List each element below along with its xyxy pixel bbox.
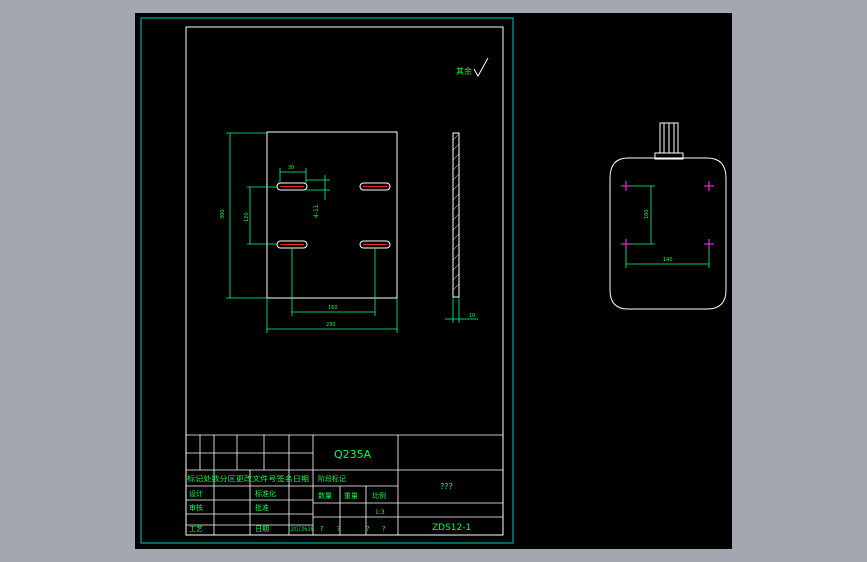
date-value: 2017.06.26 (291, 526, 313, 533)
drawing-border (140, 17, 514, 544)
unknown-mark-2: ? (337, 525, 341, 533)
standardization-label: 标准化 (255, 489, 276, 498)
dim-view-horizontal: 140 (663, 257, 673, 263)
cad-drawing: 其余 30 4-11 120 300 160 230 10 Q235A 标记处数… (140, 17, 727, 544)
unknown-mark-3: ? (366, 525, 370, 533)
dim-view-vertical: 100 (644, 209, 650, 219)
slot-group (276, 182, 391, 249)
unknown-mark-4: ? (382, 525, 386, 533)
roughness-label: 其余 (456, 66, 472, 76)
approve-label: 批准 (255, 503, 269, 512)
unknown-title: ??? (440, 482, 453, 491)
roughness-symbol (473, 57, 489, 78)
designer-label: 设计 (189, 489, 203, 498)
scale-value: 1:3 (375, 509, 385, 516)
material-label: Q235A (334, 448, 372, 461)
dim-slot-offset: 4-11 (313, 204, 320, 218)
dim-vertical-spacing: 120 (244, 212, 250, 222)
drawing-number: ZDS12-1 (432, 523, 471, 533)
dim-plate-width: 230 (326, 322, 336, 328)
dim-thickness: 10 (469, 313, 475, 319)
plate-front-view (266, 131, 398, 299)
dim-horizontal-spacing: 160 (328, 305, 338, 311)
checker-label: 审核 (189, 503, 203, 512)
dim-slot-width: 30 (288, 165, 294, 171)
weight-label: 重量 (344, 492, 358, 500)
stage-mark-label: 阶段标记 (318, 474, 346, 483)
revision-header: 标记处数分区更改文件号签名日期 (187, 474, 309, 483)
quantity-label: 数量 (318, 491, 332, 500)
dim-plate-height: 300 (220, 209, 226, 219)
date-label: 日期 (255, 525, 269, 533)
process-label: 工艺 (189, 525, 203, 533)
unknown-mark-1: ? (320, 525, 324, 533)
scale-label: 比例 (372, 491, 386, 500)
base-view (609, 122, 727, 310)
